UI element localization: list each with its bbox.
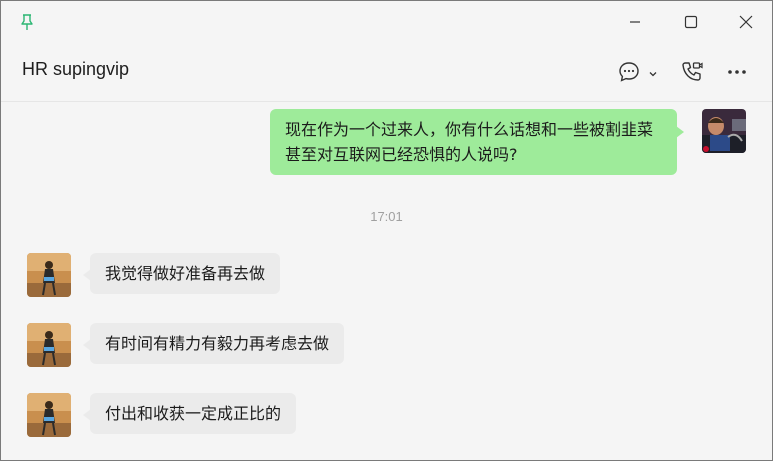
chat-window: HR supingvip 现在作为一个过来人，你有什么话想和一些被割韭菜甚至对互… bbox=[0, 0, 773, 461]
pin-icon[interactable] bbox=[18, 13, 36, 31]
self-avatar[interactable] bbox=[702, 109, 746, 153]
title-bar: HR supingvip bbox=[1, 1, 772, 102]
chevron-down-icon[interactable] bbox=[647, 65, 659, 84]
contact-avatar[interactable] bbox=[27, 393, 71, 437]
incoming-message[interactable]: 我觉得做好准备再去做 bbox=[82, 253, 281, 294]
contact-avatar[interactable] bbox=[27, 323, 71, 367]
message-timestamp: 17:01 bbox=[370, 209, 403, 224]
maximize-icon[interactable] bbox=[681, 12, 701, 32]
chat-bubble-icon[interactable] bbox=[618, 61, 640, 87]
contact-avatar[interactable] bbox=[27, 253, 71, 297]
minimize-icon[interactable] bbox=[625, 12, 645, 32]
chat-title: HR supingvip bbox=[22, 59, 130, 79]
more-icon[interactable] bbox=[726, 61, 748, 87]
incoming-message[interactable]: 有时间有精力有毅力再考虑去做 bbox=[82, 323, 345, 364]
incoming-message[interactable]: 付出和收获一定成正比的 bbox=[82, 393, 297, 434]
outgoing-message[interactable]: 现在作为一个过来人，你有什么话想和一些被割韭菜甚至对互联网已经恐惧的人说吗? bbox=[270, 109, 684, 175]
message-area[interactable]: 现在作为一个过来人，你有什么话想和一些被割韭菜甚至对互联网已经恐惧的人说吗? 1… bbox=[1, 102, 772, 460]
close-icon[interactable] bbox=[736, 12, 756, 32]
phone-video-icon[interactable] bbox=[680, 60, 704, 88]
